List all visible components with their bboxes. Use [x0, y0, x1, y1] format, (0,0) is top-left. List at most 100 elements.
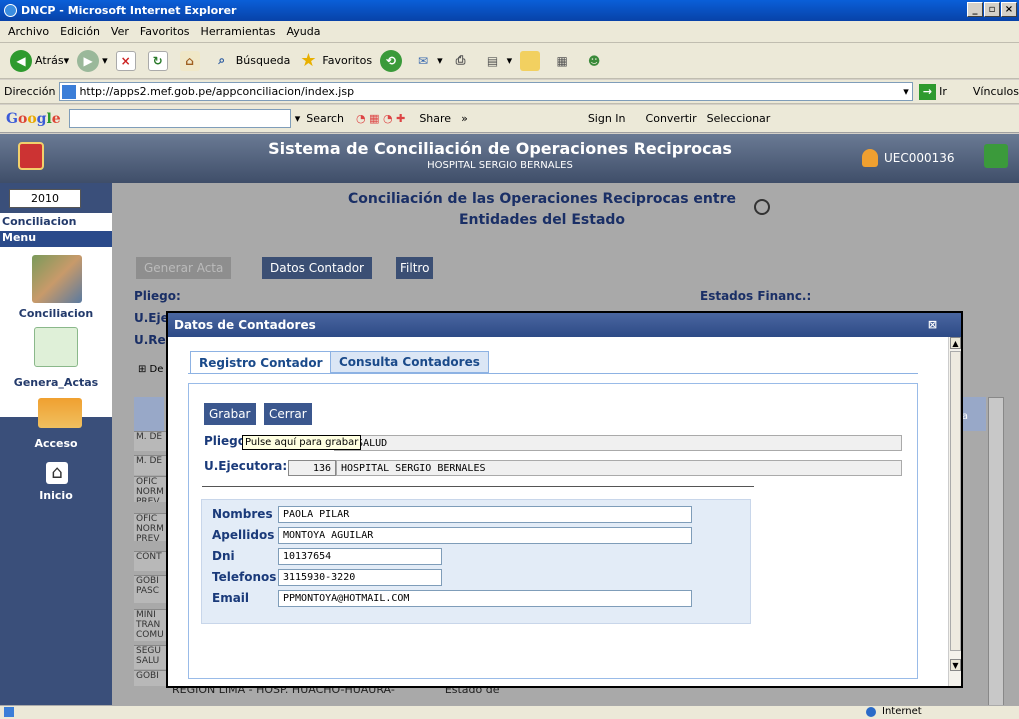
seleccionar-button[interactable]: Seleccionar [707, 112, 771, 125]
sidebar-item-genera-actas[interactable]: Genera_Actas [0, 376, 112, 389]
dialog-title: Datos de Contadores [174, 318, 316, 332]
grabar-button[interactable]: Grabar [204, 403, 256, 425]
close-window-button[interactable]: × [1001, 2, 1017, 17]
datos-contador-button[interactable]: Datos Contador [262, 257, 372, 279]
research-icon: ▦ [556, 53, 568, 68]
menu-favoritos[interactable]: Favoritos [140, 25, 190, 38]
dni-label: Dni [212, 549, 235, 563]
refresh-circle-icon[interactable] [754, 199, 770, 215]
app-title: Sistema de Conciliación de Operaciones R… [268, 139, 732, 158]
menu-archivo[interactable]: Archivo [8, 25, 49, 38]
app-subtitle: HOSPITAL SERGIO BERNALES [427, 160, 573, 171]
browser-toolbar: ◀ Atrás ▾ ▶ ▾ × ↻ ⌂ ⌕ Búsqueda ★ Favoritos … [0, 43, 1019, 79]
menubar: Archivo Edición Ver Favoritos Herramient… [0, 21, 1019, 43]
scroll-up-icon[interactable]: ▲ [950, 337, 961, 349]
table-header-left [134, 397, 164, 431]
go-icon[interactable]: → [918, 83, 937, 100]
more-icon[interactable]: » [461, 112, 468, 125]
scroll-thumb[interactable] [950, 351, 961, 651]
pliego-label: Pliego: [134, 289, 181, 303]
address-input[interactable]: http://apps2.mef.gob.pe/appconciliacion/… [59, 82, 913, 101]
home-button[interactable]: ⌂ [179, 50, 204, 71]
stop-button[interactable]: × [115, 50, 140, 71]
google-search-button[interactable]: Search [306, 112, 344, 125]
back-button[interactable]: ◀ Atrás ▾ [10, 49, 69, 72]
user-name: UEC000136 [884, 151, 955, 165]
estados-label: Estados Financ.: [700, 289, 812, 303]
google-logo: Google [6, 110, 61, 127]
convertir-button[interactable]: Convertir [646, 112, 697, 125]
generar-acta-button[interactable]: Generar Acta [136, 257, 232, 279]
dialog-scrollbar[interactable]: ▲ ▼ [948, 337, 961, 686]
scroll-down-icon[interactable]: ▼ [950, 659, 961, 671]
minimize-button[interactable]: _ [967, 2, 983, 17]
folder-button[interactable] [520, 50, 544, 71]
refresh-icon: ↻ [147, 50, 168, 71]
search-button[interactable]: ⌕ Búsqueda [212, 51, 290, 71]
google-toolbar: Google ▾ Search ◔ ▦ ◔ ✚ Share » Sign In … [0, 105, 1019, 133]
detail-toggle[interactable]: ⊞ De [138, 364, 163, 375]
mail-icon: ✉ [418, 53, 429, 68]
research-button[interactable]: ▦ [552, 51, 576, 71]
maximize-button[interactable]: ▫ [984, 2, 1000, 17]
email-input[interactable]: PPMONTOYA@HOTMAIL.COM [278, 590, 692, 607]
user-icon [862, 149, 878, 167]
google-dropdown-icon[interactable]: ▾ [295, 112, 301, 125]
telefonos-input[interactable]: 3115930-3220 [278, 569, 442, 586]
menu-herramientas[interactable]: Herramientas [201, 25, 276, 38]
mail-button[interactable]: ✉ ▾ [413, 51, 443, 71]
google-share-button[interactable]: Share [419, 112, 451, 125]
home-icon: ⌂ [179, 50, 200, 71]
separator [202, 486, 754, 487]
sidebar-item-acceso[interactable]: Acceso [0, 437, 112, 450]
google-search-input[interactable] [68, 109, 291, 128]
user-info: UEC000136 [862, 149, 955, 167]
status-bar: Internet [0, 705, 1019, 719]
table-scrollbar[interactable] [988, 397, 1004, 707]
address-dropdown-icon[interactable]: ▾ [903, 85, 909, 98]
table-row: OFIC NORM PREV [134, 476, 166, 502]
table-row: M. DE [134, 431, 166, 451]
table-row: GOBI [134, 670, 166, 686]
genera-actas-icon[interactable] [34, 327, 78, 367]
filtro-button[interactable]: Filtro [396, 257, 434, 279]
menu-edicion[interactable]: Edición [60, 25, 100, 38]
page-icon [62, 84, 77, 99]
messenger-button[interactable]: ☻ [584, 51, 608, 71]
tab-consulta-contadores[interactable]: Consulta Contadores [330, 351, 489, 373]
home-icon[interactable]: ⌂ [46, 462, 68, 484]
refresh-button[interactable]: ↻ [147, 50, 172, 71]
dialog-body: Registro Contador Consulta Contadores Gr… [168, 337, 948, 686]
datos-contadores-dialog: Datos de Contadores ⊠ Registro Contador … [166, 311, 963, 688]
sidebar-item-inicio[interactable]: Inicio [0, 489, 112, 502]
menu-ayuda[interactable]: Ayuda [286, 25, 320, 38]
sidebar-section-header: Conciliacion [2, 215, 77, 228]
apellidos-label: Apellidos [212, 528, 275, 542]
acceso-icon[interactable] [38, 398, 82, 428]
folder-icon [520, 50, 541, 71]
internet-zone-icon [866, 707, 876, 717]
cerrar-button[interactable]: Cerrar [264, 403, 312, 425]
sidebar-item-conciliacion[interactable]: Conciliacion [0, 307, 112, 320]
pliego-field-label: Pliego [204, 434, 246, 448]
logout-icon[interactable] [984, 144, 1008, 168]
go-label[interactable]: Ir [939, 85, 947, 98]
dni-input[interactable]: 10137654 [278, 548, 442, 565]
favorites-button[interactable]: ★ Favoritos [298, 50, 372, 71]
edit-button[interactable]: ▤ ▾ [483, 51, 512, 71]
google-tools-icons[interactable]: ◔ ▦ ◔ ✚ [356, 112, 405, 125]
conciliacion-image-icon[interactable] [32, 255, 82, 303]
tab-registro-contador[interactable]: Registro Contador [190, 351, 332, 373]
print-button[interactable]: ⎙ [451, 51, 475, 71]
ure-label: U.Re [134, 333, 166, 347]
year-field[interactable]: 2010 [9, 189, 81, 208]
apellidos-input[interactable]: MONTOYA AGUILAR [278, 527, 692, 544]
nombres-input[interactable]: PAOLA PILAR [278, 506, 692, 523]
history-button[interactable]: ⟲ [380, 49, 405, 72]
menu-ver[interactable]: Ver [111, 25, 129, 38]
messenger-icon: ☻ [587, 53, 601, 68]
dialog-close-icon[interactable]: ⊠ [926, 318, 939, 331]
links-label[interactable]: Vínculos [973, 85, 1019, 98]
forward-button[interactable]: ▶ ▾ [77, 49, 108, 72]
google-signin-button[interactable]: Sign In [588, 112, 626, 125]
